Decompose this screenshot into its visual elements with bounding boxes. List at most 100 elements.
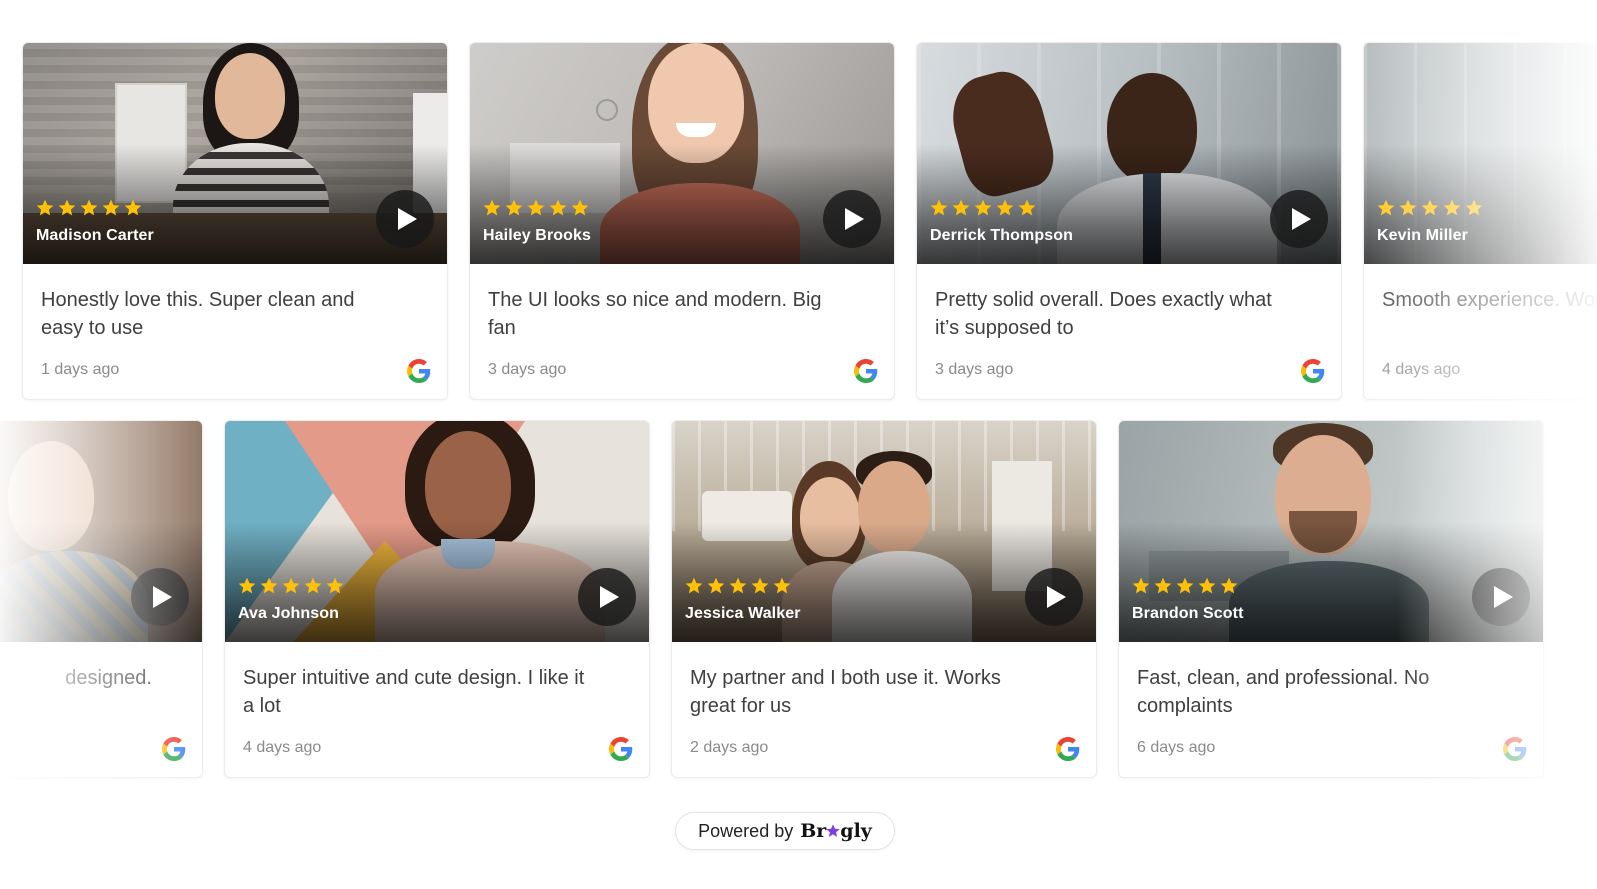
star-icon: [826, 824, 840, 837]
review-text: Smooth experience. Would recommend: [1382, 289, 1597, 311]
play-icon: [845, 208, 864, 230]
video-thumbnail[interactable]: [0, 421, 202, 642]
star-rating: [684, 576, 792, 596]
star-icon: [1421, 199, 1439, 216]
star-icon: [1154, 577, 1172, 594]
star-icon: [282, 577, 300, 594]
play-button[interactable]: [376, 190, 434, 248]
video-thumbnail[interactable]: Kevin Miller: [1364, 43, 1597, 264]
play-button[interactable]: [1472, 568, 1530, 626]
review-card[interactable]: Brandon Scott Fast, clean, and professio…: [1118, 420, 1544, 778]
review-text: The UI looks so nice and modern. Big fan: [488, 289, 822, 339]
star-icon: [996, 199, 1014, 216]
star-icon: [1220, 577, 1238, 594]
star-icon: [1399, 199, 1417, 216]
star-icon: [1018, 199, 1036, 216]
star-icon: [729, 577, 747, 594]
play-icon: [153, 586, 172, 608]
video-thumbnail[interactable]: Brandon Scott: [1119, 421, 1543, 642]
review-card[interactable]: designed.: [0, 420, 203, 778]
brand-prefix: Br: [800, 820, 827, 842]
review-date: 4 days ago: [1382, 361, 1461, 378]
play-button[interactable]: [1270, 190, 1328, 248]
play-button[interactable]: [1025, 568, 1083, 626]
powered-by-label: Powered by: [698, 820, 794, 841]
brand-logo: Br gly: [800, 820, 872, 842]
star-icon: [1132, 577, 1150, 594]
star-icon: [707, 577, 725, 594]
star-icon: [326, 577, 344, 594]
review-card[interactable]: Jessica Walker My partner and I both use…: [671, 420, 1097, 778]
play-button[interactable]: [578, 568, 636, 626]
star-rating: [482, 198, 590, 218]
review-text: Pretty solid overall. Does exactly what …: [935, 289, 1272, 339]
star-icon: [773, 577, 791, 594]
review-card[interactable]: Ava Johnson Super intuitive and cute des…: [224, 420, 650, 778]
powered-by-badge[interactable]: Powered by Br gly: [675, 812, 895, 850]
star-icon: [1377, 199, 1395, 216]
star-icon: [36, 199, 54, 216]
play-icon: [600, 586, 619, 608]
star-icon: [304, 577, 322, 594]
star-rating: [237, 576, 345, 596]
video-thumbnail[interactable]: Hailey Brooks: [470, 43, 894, 264]
brand-suffix: gly: [840, 820, 872, 842]
review-text: Super intuitive and cute design. I like …: [243, 667, 585, 717]
star-icon: [124, 199, 142, 216]
google-icon: [1301, 359, 1325, 383]
review-text: designed.: [65, 667, 152, 689]
video-thumbnail[interactable]: Ava Johnson: [225, 421, 649, 642]
star-icon: [930, 199, 948, 216]
star-icon: [751, 577, 769, 594]
video-thumbnail[interactable]: Jessica Walker: [672, 421, 1096, 642]
google-icon: [407, 359, 431, 383]
star-icon: [527, 199, 545, 216]
google-icon: [609, 737, 633, 761]
reviews-carousel-row-2[interactable]: designed. Ava Johnson Super intuitive an…: [0, 420, 1597, 780]
review-card[interactable]: Derrick Thompson Pretty solid overall. D…: [916, 42, 1342, 400]
review-date: 1 days ago: [41, 361, 120, 378]
star-rating: [929, 198, 1037, 218]
review-card[interactable]: Madison Carter Honestly love this. Super…: [22, 42, 448, 400]
video-thumbnail[interactable]: Madison Carter: [23, 43, 447, 264]
star-icon: [483, 199, 501, 216]
reviews-carousel-row-1[interactable]: Madison Carter Honestly love this. Super…: [0, 42, 1597, 402]
reviewer-name: Ava Johnson: [238, 605, 339, 622]
video-thumbnail[interactable]: Derrick Thompson: [917, 43, 1341, 264]
play-icon: [1047, 586, 1066, 608]
star-icon: [1198, 577, 1216, 594]
star-rating: [1131, 576, 1239, 596]
star-icon: [952, 199, 970, 216]
review-date: 2 days ago: [690, 739, 769, 756]
star-icon: [260, 577, 278, 594]
star-rating: [35, 198, 143, 218]
reviewer-name: Kevin Miller: [1377, 227, 1469, 244]
star-icon: [1465, 199, 1483, 216]
star-icon: [238, 577, 256, 594]
review-card[interactable]: Kevin Miller Smooth experience. Would re…: [1363, 42, 1597, 400]
review-text: Fast, clean, and professional. No compla…: [1137, 667, 1430, 717]
review-text: Honestly love this. Super clean and easy…: [41, 289, 355, 339]
reviewer-name: Hailey Brooks: [483, 227, 592, 244]
google-icon: [1503, 737, 1527, 761]
star-icon: [58, 199, 76, 216]
star-icon: [505, 199, 523, 216]
star-icon: [974, 199, 992, 216]
play-button[interactable]: [823, 190, 881, 248]
play-button[interactable]: [131, 568, 189, 626]
review-date: 6 days ago: [1137, 739, 1216, 756]
reviewer-name: Madison Carter: [36, 227, 154, 244]
review-date: 3 days ago: [488, 361, 567, 378]
star-icon: [80, 199, 98, 216]
star-icon: [685, 577, 703, 594]
star-icon: [1443, 199, 1461, 216]
play-icon: [1292, 208, 1311, 230]
reviewer-name: Brandon Scott: [1132, 605, 1244, 622]
star-icon: [571, 199, 589, 216]
review-text: My partner and I both use it. Works grea…: [690, 667, 1001, 717]
play-icon: [398, 208, 417, 230]
star-icon: [1176, 577, 1194, 594]
review-card[interactable]: Hailey Brooks The UI looks so nice and m…: [469, 42, 895, 400]
google-icon: [1056, 737, 1080, 761]
star-icon: [102, 199, 120, 216]
